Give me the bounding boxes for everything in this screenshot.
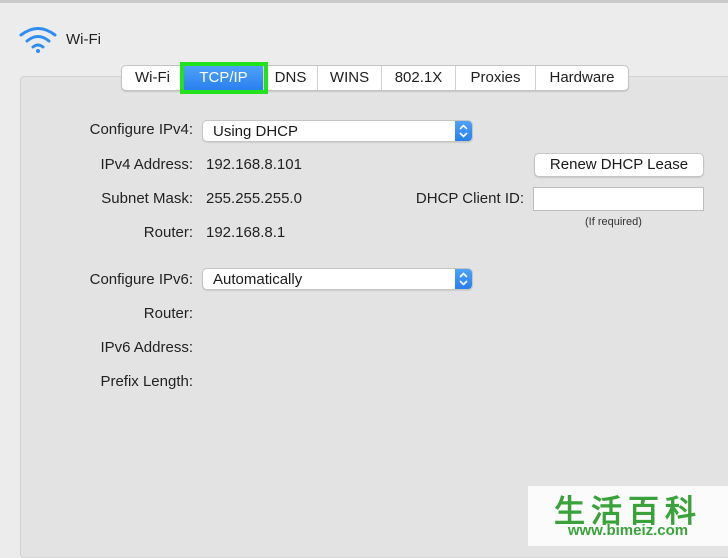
interface-title: Wi-Fi <box>66 31 101 48</box>
subnet-mask-label: Subnet Mask: <box>101 190 193 207</box>
configure-ipv4-value: Using DHCP <box>213 123 299 140</box>
watermark-url: www.bimeiz.com <box>567 522 689 539</box>
ipv4-address-value: 192.168.8.101 <box>206 156 302 173</box>
renew-dhcp-lease-button[interactable]: Renew DHCP Lease <box>534 153 704 177</box>
wifi-icon <box>19 27 57 53</box>
configure-ipv6-label: Configure IPv6: <box>89 271 193 288</box>
dhcp-client-id-field[interactable] <box>533 187 704 211</box>
configure-ipv6-select[interactable]: Automatically <box>202 268 473 290</box>
tab-proxies[interactable]: Proxies <box>456 66 536 90</box>
ipv6-address-label: IPv6 Address: <box>100 339 193 356</box>
chevron-updown-icon <box>455 121 472 141</box>
dhcp-client-id-label: DHCP Client ID: <box>415 190 524 207</box>
configure-ipv6-value: Automatically <box>213 271 303 288</box>
tab-8021x[interactable]: 802.1X <box>382 66 456 90</box>
tab-hardware[interactable]: Hardware <box>536 66 628 90</box>
tab-wifi[interactable]: Wi-Fi <box>122 66 184 90</box>
tab-tcpip[interactable]: TCP/IP <box>180 62 268 94</box>
tab-bar: Wi-Fi TCP/IP DNS WINS 802.1X Proxies Har… <box>121 62 629 94</box>
configure-ipv4-select[interactable]: Using DHCP <box>202 120 473 142</box>
tab-dns[interactable]: DNS <box>264 66 318 90</box>
ipv4-router-label: Router: <box>143 224 193 241</box>
watermark: 生活百科 www.bimeiz.com <box>528 486 728 546</box>
ipv4-address-label: IPv4 Address: <box>100 156 193 173</box>
configure-ipv4-label: Configure IPv4: <box>89 121 193 138</box>
prefix-length-label: Prefix Length: <box>100 373 193 390</box>
tab-wins[interactable]: WINS <box>318 66 382 90</box>
ipv6-router-label: Router: <box>143 305 193 322</box>
window-top-border <box>0 0 728 3</box>
subnet-mask-value: 255.255.255.0 <box>206 190 302 207</box>
ipv4-router-value: 192.168.8.1 <box>206 224 286 241</box>
chevron-updown-icon <box>455 269 472 289</box>
client-id-hint: (If required) <box>585 216 642 228</box>
